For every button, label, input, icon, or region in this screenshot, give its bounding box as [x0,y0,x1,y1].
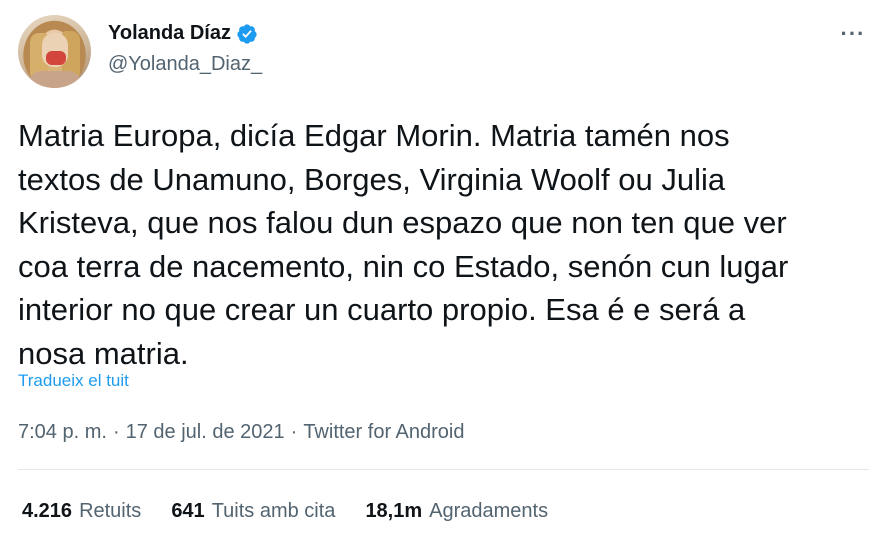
meta-separator: · [290,421,298,443]
tweet-meta: 7:04 p. m. · 17 de jul. de 2021 · Twitte… [18,421,465,444]
verified-badge-icon [236,23,258,45]
tweet-text-line: textos de Unamuno, Borges, Virginia Wool… [18,161,726,197]
quotes-count: 641 [171,500,205,522]
tweet-text: Matria Europa, dicía Edgar Morin. Matria… [18,114,878,375]
translate-tweet-link[interactable]: Tradueix el tuit [18,371,129,391]
tweet-time[interactable]: 7:04 p. m. [18,421,107,444]
more-icon: ··· [840,21,866,46]
retweets-count: 4.216 [22,500,73,522]
quotes-label: Tuits amb cita [211,500,336,522]
likes-count: 18,1m [365,500,423,522]
tweet-source[interactable]: Twitter for Android [303,421,464,444]
tweet-text-line: Kristeva, que nos falou dun espazo que n… [18,205,787,240]
author-name-row: Yolanda Díaz [108,22,258,45]
likes-label: Agradaments [429,500,549,522]
retweets-label: Retuits [79,500,142,522]
meta-separator: · [112,421,120,443]
retweets-stat[interactable]: 4.216 Retuits [22,500,141,523]
tweet-text-line: coa terra de nacemento, nin co Estado, s… [18,248,789,284]
tweet-text-line: Matria Europa, dicía Edgar Morin. Matria… [18,118,730,153]
avatar[interactable] [18,15,91,88]
tweet-date[interactable]: 17 de jul. de 2021 [126,421,285,444]
divider [18,469,869,470]
author-display-name[interactable]: Yolanda Díaz [108,22,231,45]
tweet-card: Yolanda Díaz @Yolanda_Diaz_ ··· Matria E… [0,0,895,535]
tweet-text-line: interior no que crear un cuarto propio. … [18,292,746,327]
likes-stat[interactable]: 18,1m Agradaments [365,500,548,523]
more-options-button[interactable]: ··· [837,20,869,48]
author-handle[interactable]: @Yolanda_Diaz_ [108,53,262,76]
tweet-stats: 4.216 Retuits 641 Tuits amb cita 18,1m A… [22,500,548,523]
tweet-text-line: nosa matria. [18,335,189,371]
quotes-stat[interactable]: 641 Tuits amb cita [171,500,335,523]
